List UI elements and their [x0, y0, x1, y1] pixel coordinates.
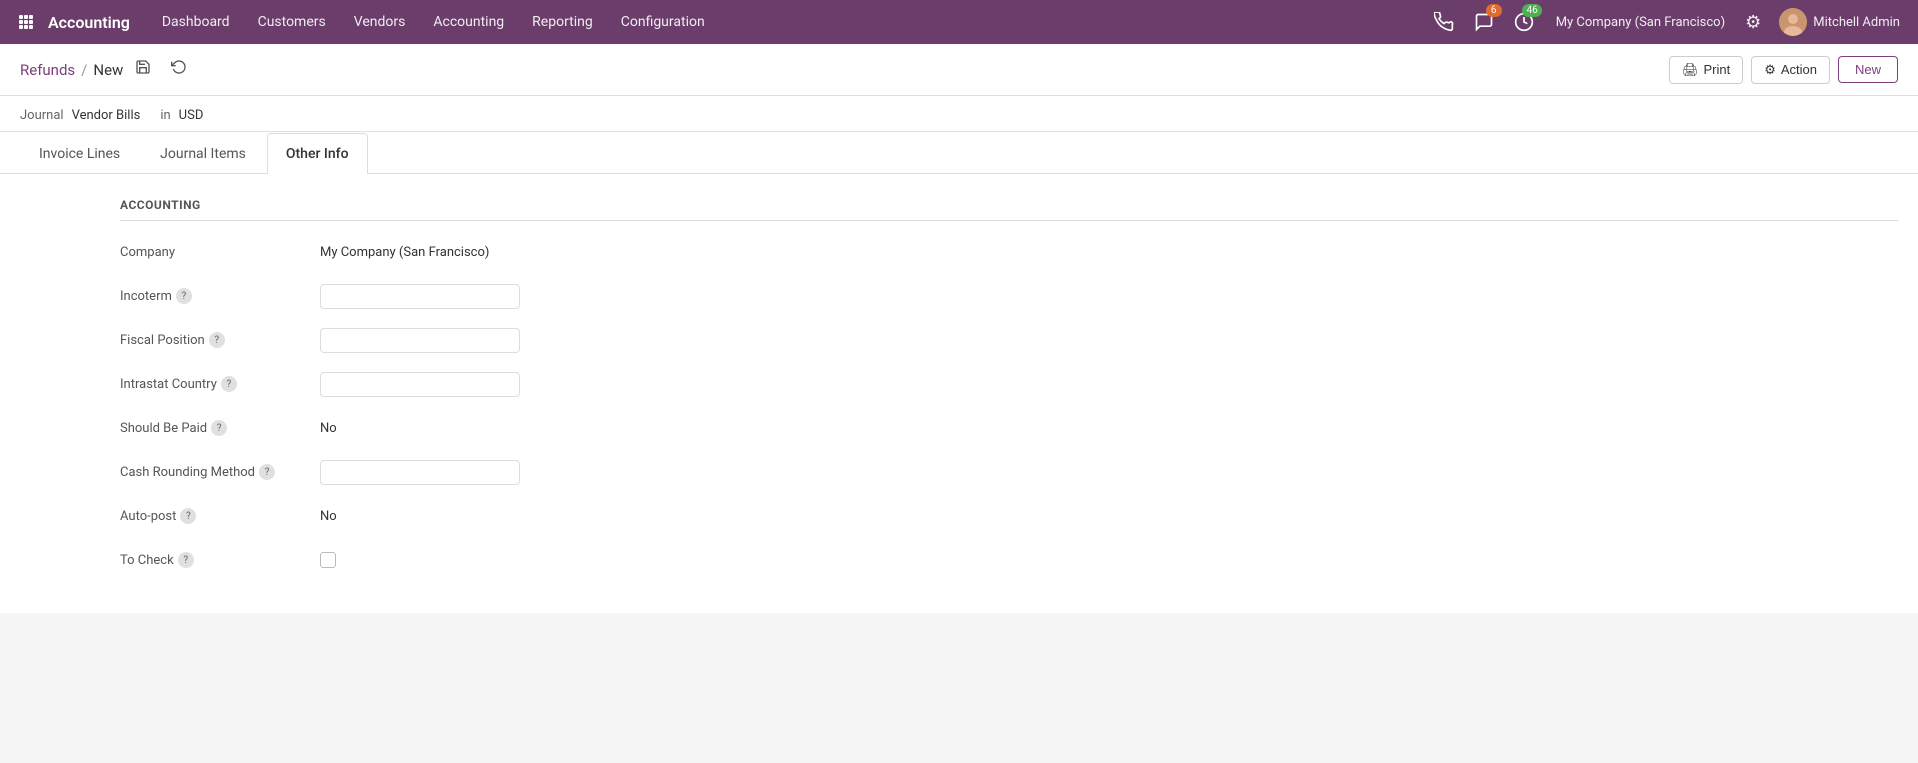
- app-name: Accounting: [48, 13, 130, 32]
- breadcrumb-parent[interactable]: Refunds: [20, 61, 75, 79]
- action-label: Action: [1781, 62, 1817, 77]
- currency-prefix: in: [160, 108, 170, 123]
- grid-menu-icon[interactable]: [12, 8, 40, 36]
- nav-dashboard[interactable]: Dashboard: [150, 8, 242, 36]
- company-value: My Company (San Francisco): [320, 245, 489, 260]
- tools-icon[interactable]: ⚙: [1741, 8, 1765, 37]
- incoterm-help-icon[interactable]: ?: [176, 288, 192, 304]
- should-be-paid-value: No: [320, 421, 337, 436]
- messages-icon[interactable]: 6: [1468, 6, 1500, 38]
- nav-accounting[interactable]: Accounting: [421, 8, 516, 36]
- incoterm-label: Incoterm ?: [120, 288, 320, 304]
- intrastat-country-label: Intrastat Country ?: [120, 376, 320, 392]
- tabs-bar: Invoice Lines Journal Items Other Info: [0, 132, 1918, 174]
- field-row-auto-post: Auto-post ? No: [120, 501, 1898, 531]
- journal-label: Journal: [20, 108, 64, 123]
- breadcrumb: Refunds / New: [20, 55, 193, 84]
- activity-badge: 46: [1522, 4, 1541, 17]
- discard-button[interactable]: [165, 55, 193, 84]
- nav-reporting[interactable]: Reporting: [520, 8, 605, 36]
- top-navigation: Accounting Dashboard Customers Vendors A…: [0, 0, 1918, 44]
- cash-rounding-method-label: Cash Rounding Method ?: [120, 464, 320, 480]
- field-row-company: Company My Company (San Francisco): [120, 237, 1898, 267]
- company-label: Company: [120, 245, 320, 260]
- currency-value[interactable]: USD: [179, 108, 204, 123]
- user-name: Mitchell Admin: [1813, 15, 1900, 30]
- print-label: Print: [1703, 62, 1730, 77]
- main-content: Journal Vendor Bills in USD Invoice Line…: [0, 96, 1918, 613]
- field-row-should-be-paid: Should Be Paid ? No: [120, 413, 1898, 443]
- journal-field: Journal Vendor Bills: [20, 108, 140, 123]
- save-manually-button[interactable]: [129, 55, 157, 84]
- auto-post-label: Auto-post ?: [120, 508, 320, 524]
- activity-icon[interactable]: 46: [1508, 6, 1540, 38]
- incoterm-input[interactable]: [320, 284, 520, 309]
- to-check-checkbox[interactable]: [320, 552, 336, 568]
- tab-other-info[interactable]: Other Info: [267, 133, 368, 174]
- nav-right-area: 6 46 My Company (San Francisco) ⚙ Mitche…: [1428, 4, 1906, 40]
- print-button[interactable]: 🖨 Print: [1669, 56, 1743, 84]
- messages-badge: 6: [1486, 4, 1502, 17]
- action-button[interactable]: ⚙ Action: [1751, 56, 1830, 84]
- field-row-fiscal-position: Fiscal Position ?: [120, 325, 1898, 355]
- user-avatar: [1779, 8, 1807, 36]
- breadcrumb-current: New: [93, 61, 123, 79]
- field-row-incoterm: Incoterm ?: [120, 281, 1898, 311]
- nav-vendors[interactable]: Vendors: [342, 8, 418, 36]
- intrastat-country-input[interactable]: [320, 372, 520, 397]
- cash-rounding-method-input[interactable]: [320, 460, 520, 485]
- company-name[interactable]: My Company (San Francisco): [1548, 15, 1733, 30]
- field-row-intrastat-country: Intrastat Country ?: [120, 369, 1898, 399]
- cash-rounding-method-help-icon[interactable]: ?: [259, 464, 275, 480]
- user-menu[interactable]: Mitchell Admin: [1773, 4, 1906, 40]
- accounting-section-heading: ACCOUNTING: [120, 198, 1898, 221]
- breadcrumb-bar: Refunds / New 🖨 Print: [0, 44, 1918, 96]
- auto-post-help-icon[interactable]: ?: [180, 508, 196, 524]
- new-record-button[interactable]: New: [1838, 56, 1898, 83]
- should-be-paid-help-icon[interactable]: ?: [211, 420, 227, 436]
- tab-invoice-lines[interactable]: Invoice Lines: [20, 133, 139, 174]
- breadcrumb-separator: /: [81, 61, 87, 79]
- auto-post-value: No: [320, 509, 337, 524]
- should-be-paid-label: Should Be Paid ?: [120, 420, 320, 436]
- field-row-cash-rounding-method: Cash Rounding Method ?: [120, 457, 1898, 487]
- to-check-help-icon[interactable]: ?: [178, 552, 194, 568]
- breadcrumb-right-actions: 🖨 Print ⚙ Action New: [1669, 56, 1898, 84]
- fiscal-position-help-icon[interactable]: ?: [209, 332, 225, 348]
- fiscal-position-label: Fiscal Position ?: [120, 332, 320, 348]
- form-area: ACCOUNTING Company My Company (San Franc…: [0, 174, 1918, 613]
- fiscal-position-input[interactable]: [320, 328, 520, 353]
- currency-field: in USD: [160, 108, 203, 123]
- print-icon: 🖨: [1682, 62, 1699, 78]
- nav-configuration[interactable]: Configuration: [609, 8, 717, 36]
- journal-value[interactable]: Vendor Bills: [72, 108, 141, 123]
- gear-icon: ⚙: [1764, 62, 1776, 78]
- intrastat-country-help-icon[interactable]: ?: [221, 376, 237, 392]
- support-icon[interactable]: [1428, 6, 1460, 38]
- breadcrumb-actions: [129, 55, 193, 84]
- nav-customers[interactable]: Customers: [246, 8, 338, 36]
- journal-header-row: Journal Vendor Bills in USD: [0, 96, 1918, 132]
- tab-journal-items[interactable]: Journal Items: [141, 133, 265, 174]
- field-row-to-check: To Check ?: [120, 545, 1898, 575]
- to-check-label: To Check ?: [120, 552, 320, 568]
